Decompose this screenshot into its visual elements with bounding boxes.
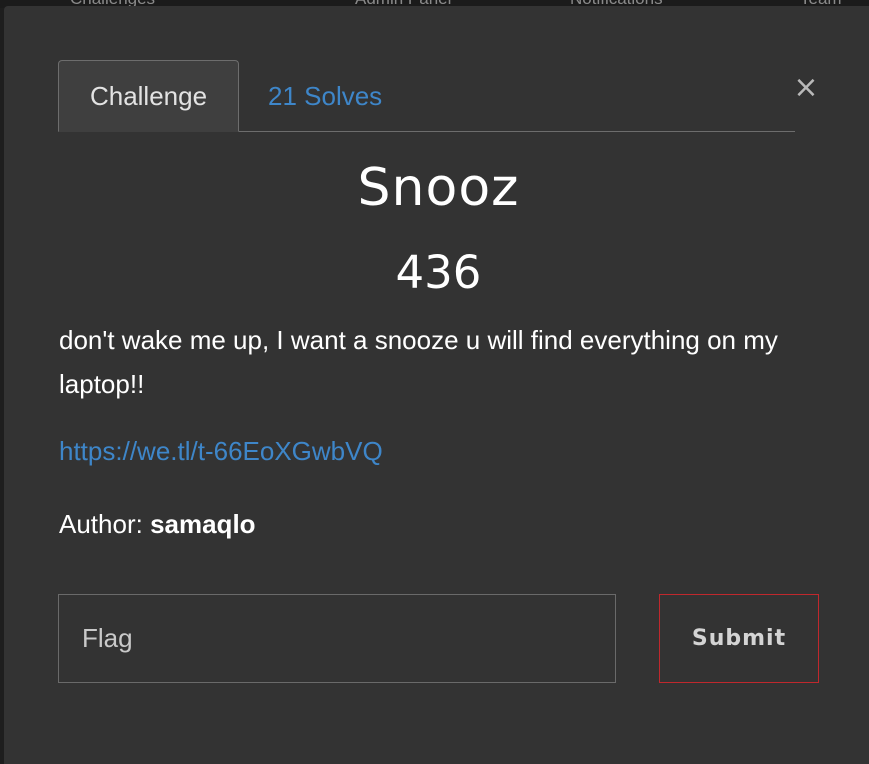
flag-input[interactable] bbox=[58, 594, 616, 683]
author-name: samaqlo bbox=[150, 509, 256, 539]
challenge-title: Snooz bbox=[357, 158, 520, 218]
challenge-modal: × Challenge 21 Solves Snooz 436 don't wa… bbox=[4, 6, 869, 764]
author-label: Author: bbox=[59, 509, 143, 539]
challenge-points: 436 bbox=[395, 246, 482, 299]
close-icon[interactable]: × bbox=[792, 68, 820, 108]
challenge-description: don't wake me up, I want a snooze u will… bbox=[59, 325, 778, 399]
challenge-author: Author: samaqlo bbox=[59, 504, 256, 544]
tab-challenge[interactable]: Challenge bbox=[58, 60, 239, 132]
challenge-file-link[interactable]: https://we.tl/t-66EoXGwbVQ bbox=[59, 431, 383, 471]
tab-solves[interactable]: 21 Solves bbox=[268, 60, 382, 132]
modal-tabs: Challenge 21 Solves bbox=[58, 60, 795, 132]
submit-button[interactable]: Submit bbox=[659, 594, 819, 683]
